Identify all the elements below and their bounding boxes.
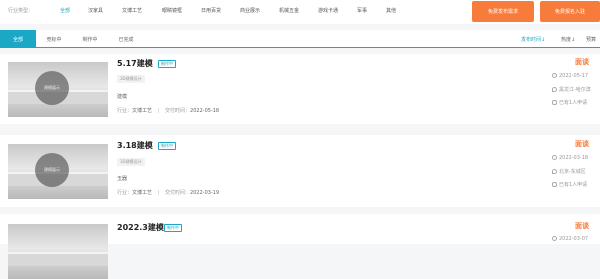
join-register-button[interactable]: 免费报名入驻 <box>540 1 600 22</box>
thumbnail-caption: 建模展示 <box>44 85 60 90</box>
industry-label: 行业： <box>117 108 133 114</box>
publish-date-value: 2022-03-18 <box>559 155 589 161</box>
project-tag: 3D建模设计 <box>117 75 145 83</box>
project-thumbnail[interactable]: 建模展示 <box>8 144 108 199</box>
meta-divider <box>158 108 160 113</box>
publish-date-value: 2022-05-17 <box>559 73 589 79</box>
project-card[interactable]: 2022.3建模 制作中 面谈 2022-03-07 <box>0 214 600 279</box>
industry-filter-label: 行业类型： <box>8 8 34 14</box>
thumbnail-overlay: 建模展示 <box>35 153 69 187</box>
tab-in-production-label: 制作中 <box>82 36 98 43</box>
filter-option-military[interactable]: 军事 <box>357 7 367 14</box>
user-icon <box>552 182 557 187</box>
project-meta: 行业：文博工艺 交付时间：2022-03-19 <box>117 189 219 196</box>
publish-date: 2022-03-07 <box>552 236 588 242</box>
publish-date: 2022-05-17 <box>552 73 588 79</box>
applicant-count: 已有1人申请 <box>552 99 587 106</box>
status-badge: 制作中 <box>164 224 182 232</box>
project-location: 黑龙江-哈尔滨 <box>552 86 591 93</box>
industry-value: 文博工艺 <box>132 190 153 196</box>
location-pin-icon <box>552 169 557 174</box>
location-value: 黑龙江-哈尔滨 <box>559 87 591 93</box>
tab-bidding-label: 竞标中 <box>46 36 62 43</box>
project-title[interactable]: 3.18建模 <box>117 140 153 151</box>
status-badge: 制作中 <box>158 142 176 150</box>
post-demand-label: 免费发布需求 <box>487 9 518 15</box>
join-register-label: 免费报名入驻 <box>554 9 585 15</box>
thumbnail-overlay: 建模展示 <box>35 71 69 105</box>
tab-all-label: 全部 <box>12 36 23 43</box>
publish-date: 2022-03-18 <box>552 155 588 161</box>
clock-icon <box>552 73 557 78</box>
location-pin-icon <box>552 87 557 92</box>
filter-option-commercial[interactable]: 商业展示 <box>240 7 260 14</box>
tab-in-production[interactable]: 制作中 <box>72 30 108 48</box>
clock-icon <box>552 236 557 241</box>
publish-date-value: 2022-03-07 <box>559 236 589 242</box>
thumbnail-image <box>8 252 108 266</box>
filter-option-other[interactable]: 其他 <box>386 7 396 14</box>
tab-all[interactable]: 全部 <box>0 30 36 48</box>
post-demand-button[interactable]: 免费发布需求 <box>472 1 534 22</box>
location-value: 北京-东城区 <box>559 169 586 175</box>
thumbnail-caption: 建模展示 <box>44 167 60 172</box>
sort-by-budget[interactable]: 预算 <box>586 36 596 43</box>
filter-option-crafts[interactable]: 文博工艺 <box>122 7 142 14</box>
delivery-label: 交付时间： <box>165 108 191 114</box>
filter-option-daily-goods[interactable]: 日用百货 <box>201 7 221 14</box>
project-price: 面谈 <box>575 58 589 66</box>
applicant-count-value: 已有1人申请 <box>559 182 588 188</box>
status-badge: 制作中 <box>158 60 176 68</box>
project-meta: 行业：文博工艺 交付时间：2022-05-18 <box>117 107 219 114</box>
industry-label: 行业： <box>117 190 133 196</box>
sort-by-time[interactable]: 发布时间↓ <box>521 36 545 43</box>
tab-completed-label: 已完成 <box>118 36 134 43</box>
project-card[interactable]: 建模展示 5.17建模 制作中 3D建模设计 建模 行业：文博工艺 交付时间：20… <box>0 54 600 124</box>
filter-option-hardware[interactable]: 机械五金 <box>279 7 299 14</box>
tab-bidding[interactable]: 竞标中 <box>36 30 72 48</box>
industry-value: 文博工艺 <box>132 108 153 114</box>
delivery-value: 2022-03-19 <box>190 190 220 196</box>
project-thumbnail[interactable]: 建模展示 <box>8 62 108 117</box>
filter-option-cartoon[interactable]: 游戏卡通 <box>318 7 338 14</box>
applicant-count-value: 已有1人申请 <box>559 100 588 106</box>
project-thumbnail[interactable] <box>8 224 108 279</box>
filter-option-eyewear[interactable]: 眼睛镜框 <box>162 7 182 14</box>
status-tabs-bar: 全部 竞标中 制作中 已完成 发布时间↓ 热度↓ 预算 <box>0 30 600 48</box>
project-tag: 3D建模设计 <box>117 158 145 166</box>
applicant-count: 已有1人申请 <box>552 181 587 188</box>
industry-filter-bar: 行业类型： 全部 汉家具 文博工艺 眼睛镜框 日用百货 商业展示 机械五金 游戏… <box>0 0 600 24</box>
tab-completed[interactable]: 已完成 <box>108 30 144 48</box>
filter-option-furniture[interactable]: 汉家具 <box>88 7 103 14</box>
delivery-label: 交付时间： <box>165 190 191 196</box>
project-card[interactable]: 建模展示 3.18建模 制作中 3D建模设计 玉器 行业：文博工艺 交付时间：20… <box>0 135 600 207</box>
clock-icon <box>552 155 557 160</box>
filter-option-all[interactable]: 全部 <box>60 7 70 14</box>
delivery-value: 2022-05-18 <box>190 108 220 114</box>
project-location: 北京-东城区 <box>552 168 586 175</box>
project-price: 面谈 <box>575 222 589 230</box>
user-icon <box>552 100 557 105</box>
project-price: 面谈 <box>575 140 589 148</box>
project-category: 建模 <box>117 94 128 100</box>
meta-divider <box>158 190 160 195</box>
project-title[interactable]: 5.17建模 <box>117 58 153 69</box>
project-category: 玉器 <box>117 176 128 182</box>
project-title[interactable]: 2022.3建模 <box>117 222 164 233</box>
sort-by-hot[interactable]: 热度↓ <box>561 36 575 43</box>
